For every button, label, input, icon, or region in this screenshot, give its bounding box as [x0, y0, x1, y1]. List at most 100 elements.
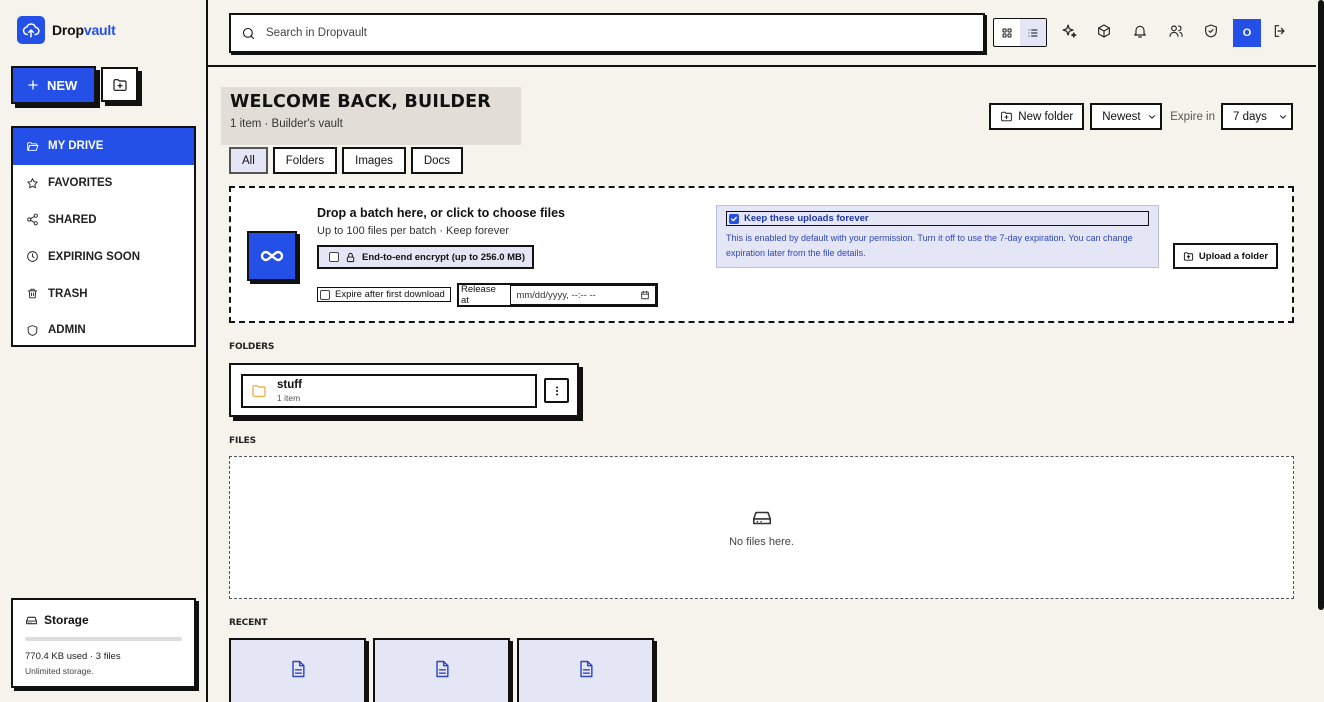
filter-tabs: All Folders Images Docs — [229, 147, 464, 174]
expire-first-download-toggle[interactable]: Expire after first download — [317, 287, 451, 302]
file-text-icon — [579, 660, 593, 678]
filter-images[interactable]: Images — [342, 147, 406, 174]
folder-name: stuff — [277, 379, 302, 391]
sidebar-item-admin[interactable]: ADMIN — [13, 312, 194, 349]
filter-docs[interactable]: Docs — [410, 147, 464, 174]
sidebar-item-label: FAVORITES — [48, 177, 113, 190]
keep-forever-checkbox[interactable] — [729, 213, 739, 224]
storage-title: Storage — [25, 613, 182, 627]
encrypt-checkbox[interactable] — [329, 252, 339, 262]
sparkles-icon — [1062, 24, 1077, 38]
expire-select[interactable]: 7 days — [1221, 103, 1293, 130]
folder-icon — [252, 385, 266, 397]
files-empty-text: No files here. — [729, 536, 794, 548]
header-actions: New folder Newest Expire in 7 days — [989, 103, 1293, 130]
sidebar-item-label: ADMIN — [48, 324, 86, 337]
list-view-button[interactable] — [1020, 19, 1046, 46]
sidebar-nav: MY DRIVE FAVORITES SHARED EXPIRING SOON … — [11, 126, 196, 347]
sidebar-item-label: TRASH — [48, 287, 88, 300]
folder-menu-button[interactable] — [544, 378, 569, 403]
sidebar-item-favorites[interactable]: FAVORITES — [13, 165, 194, 202]
list-icon — [1028, 29, 1038, 36]
sidebar-item-shared[interactable]: SHARED — [13, 202, 194, 239]
avatar[interactable]: O — [1233, 19, 1261, 47]
sidebar-item-label: SHARED — [48, 213, 97, 226]
star-icon — [27, 177, 38, 188]
shield-icon — [27, 325, 38, 336]
topbar-divider — [208, 65, 1316, 67]
files-empty-state: No files here. — [229, 456, 1294, 599]
filter-folders[interactable]: Folders — [272, 147, 338, 174]
search-bar[interactable] — [229, 13, 985, 53]
notifications-button[interactable] — [1132, 23, 1150, 41]
package-icon — [1098, 24, 1110, 38]
folder-open-icon — [27, 142, 39, 151]
new-button-label: NEW — [47, 77, 78, 93]
upload-folder-button[interactable]: Upload a folder — [1173, 243, 1278, 269]
file-text-icon — [435, 660, 449, 678]
encrypt-toggle[interactable]: End-to-end encrypt (up to 256.0 MB) — [317, 245, 534, 269]
share-icon — [27, 214, 38, 226]
sidebar-item-label: EXPIRING SOON — [48, 250, 141, 263]
security-button[interactable] — [1203, 23, 1221, 41]
folders-section-label: FOLDERS — [229, 342, 275, 352]
folder-count: 1 item — [277, 393, 301, 403]
folder-plus-icon — [1001, 111, 1013, 122]
sidebar-item-label: MY DRIVE — [48, 140, 104, 153]
keep-forever-panel: Keep these uploads forever This is enabl… — [716, 205, 1159, 268]
shield-check-icon — [1205, 24, 1217, 38]
clock-icon — [27, 251, 38, 263]
cloud-upload-icon — [17, 16, 45, 44]
sparkles-button[interactable] — [1061, 23, 1079, 41]
sidebar-item-expiring-soon[interactable]: EXPIRING SOON — [13, 238, 194, 275]
chevron-down-icon — [1280, 114, 1286, 119]
keep-forever-toggle[interactable]: Keep these uploads forever — [726, 211, 1149, 226]
bell-icon — [1134, 25, 1146, 38]
more-vertical-icon — [555, 386, 558, 395]
storage-note: Unlimited storage. — [25, 666, 94, 676]
expire-first-download-checkbox[interactable] — [320, 289, 330, 300]
sidebar-item-trash[interactable]: TRASH — [13, 275, 194, 312]
search-input[interactable] — [266, 27, 866, 39]
sort-select[interactable]: Newest — [1090, 103, 1163, 130]
new-button[interactable]: NEW — [11, 66, 96, 104]
new-folder-header-button[interactable]: New folder — [989, 103, 1085, 130]
app-logo[interactable]: Dropvault — [17, 16, 116, 44]
file-text-icon — [291, 660, 305, 678]
sidebar-divider — [206, 0, 208, 702]
users-button[interactable] — [1168, 23, 1186, 41]
filter-all[interactable]: All — [229, 147, 268, 174]
dropzone-title: Drop a batch here, or click to choose fi… — [317, 206, 565, 220]
folder-card: stuff 1 item — [229, 363, 579, 417]
welcome-banner: WELCOME BACK, BUILDER 1 item · Builder's… — [221, 87, 521, 145]
recent-section-label: RECENT — [229, 618, 268, 628]
hard-drive-icon — [752, 511, 771, 525]
new-folder-button[interactable] — [101, 67, 138, 102]
logout-button[interactable] — [1272, 23, 1290, 41]
grid-icon — [1002, 28, 1012, 37]
plus-icon — [28, 80, 38, 90]
storage-used: 770.4 KB used · 3 files — [25, 651, 121, 662]
recent-file-card[interactable] — [373, 638, 510, 702]
release-at-field: Release at mm/dd/yyyy, --:-- -- — [457, 283, 658, 307]
folder-item[interactable]: stuff 1 item — [241, 374, 537, 408]
release-datetime-input[interactable]: mm/dd/yyyy, --:-- -- — [510, 285, 656, 305]
sidebar-item-my-drive[interactable]: MY DRIVE — [13, 128, 194, 165]
app-name: Dropvault — [52, 22, 116, 38]
page-scrollbar[interactable] — [1318, 0, 1324, 610]
check-icon — [731, 216, 737, 221]
lock-icon — [346, 252, 355, 262]
recent-file-card[interactable] — [229, 638, 366, 702]
dropzone-subtitle: Up to 100 files per batch · Keep forever — [317, 225, 509, 237]
hard-drive-icon — [26, 616, 37, 624]
upload-dropzone[interactable]: Drop a batch here, or click to choose fi… — [229, 186, 1294, 323]
search-icon — [242, 27, 255, 39]
trash-icon — [27, 288, 38, 299]
users-icon — [1169, 25, 1183, 37]
folder-plus-icon — [112, 78, 127, 91]
calendar-icon — [641, 290, 649, 300]
grid-view-button[interactable] — [994, 19, 1020, 46]
package-button[interactable] — [1096, 23, 1114, 41]
recent-file-card[interactable] — [517, 638, 654, 702]
keep-forever-description: This is enabled by default with your per… — [726, 233, 1133, 258]
